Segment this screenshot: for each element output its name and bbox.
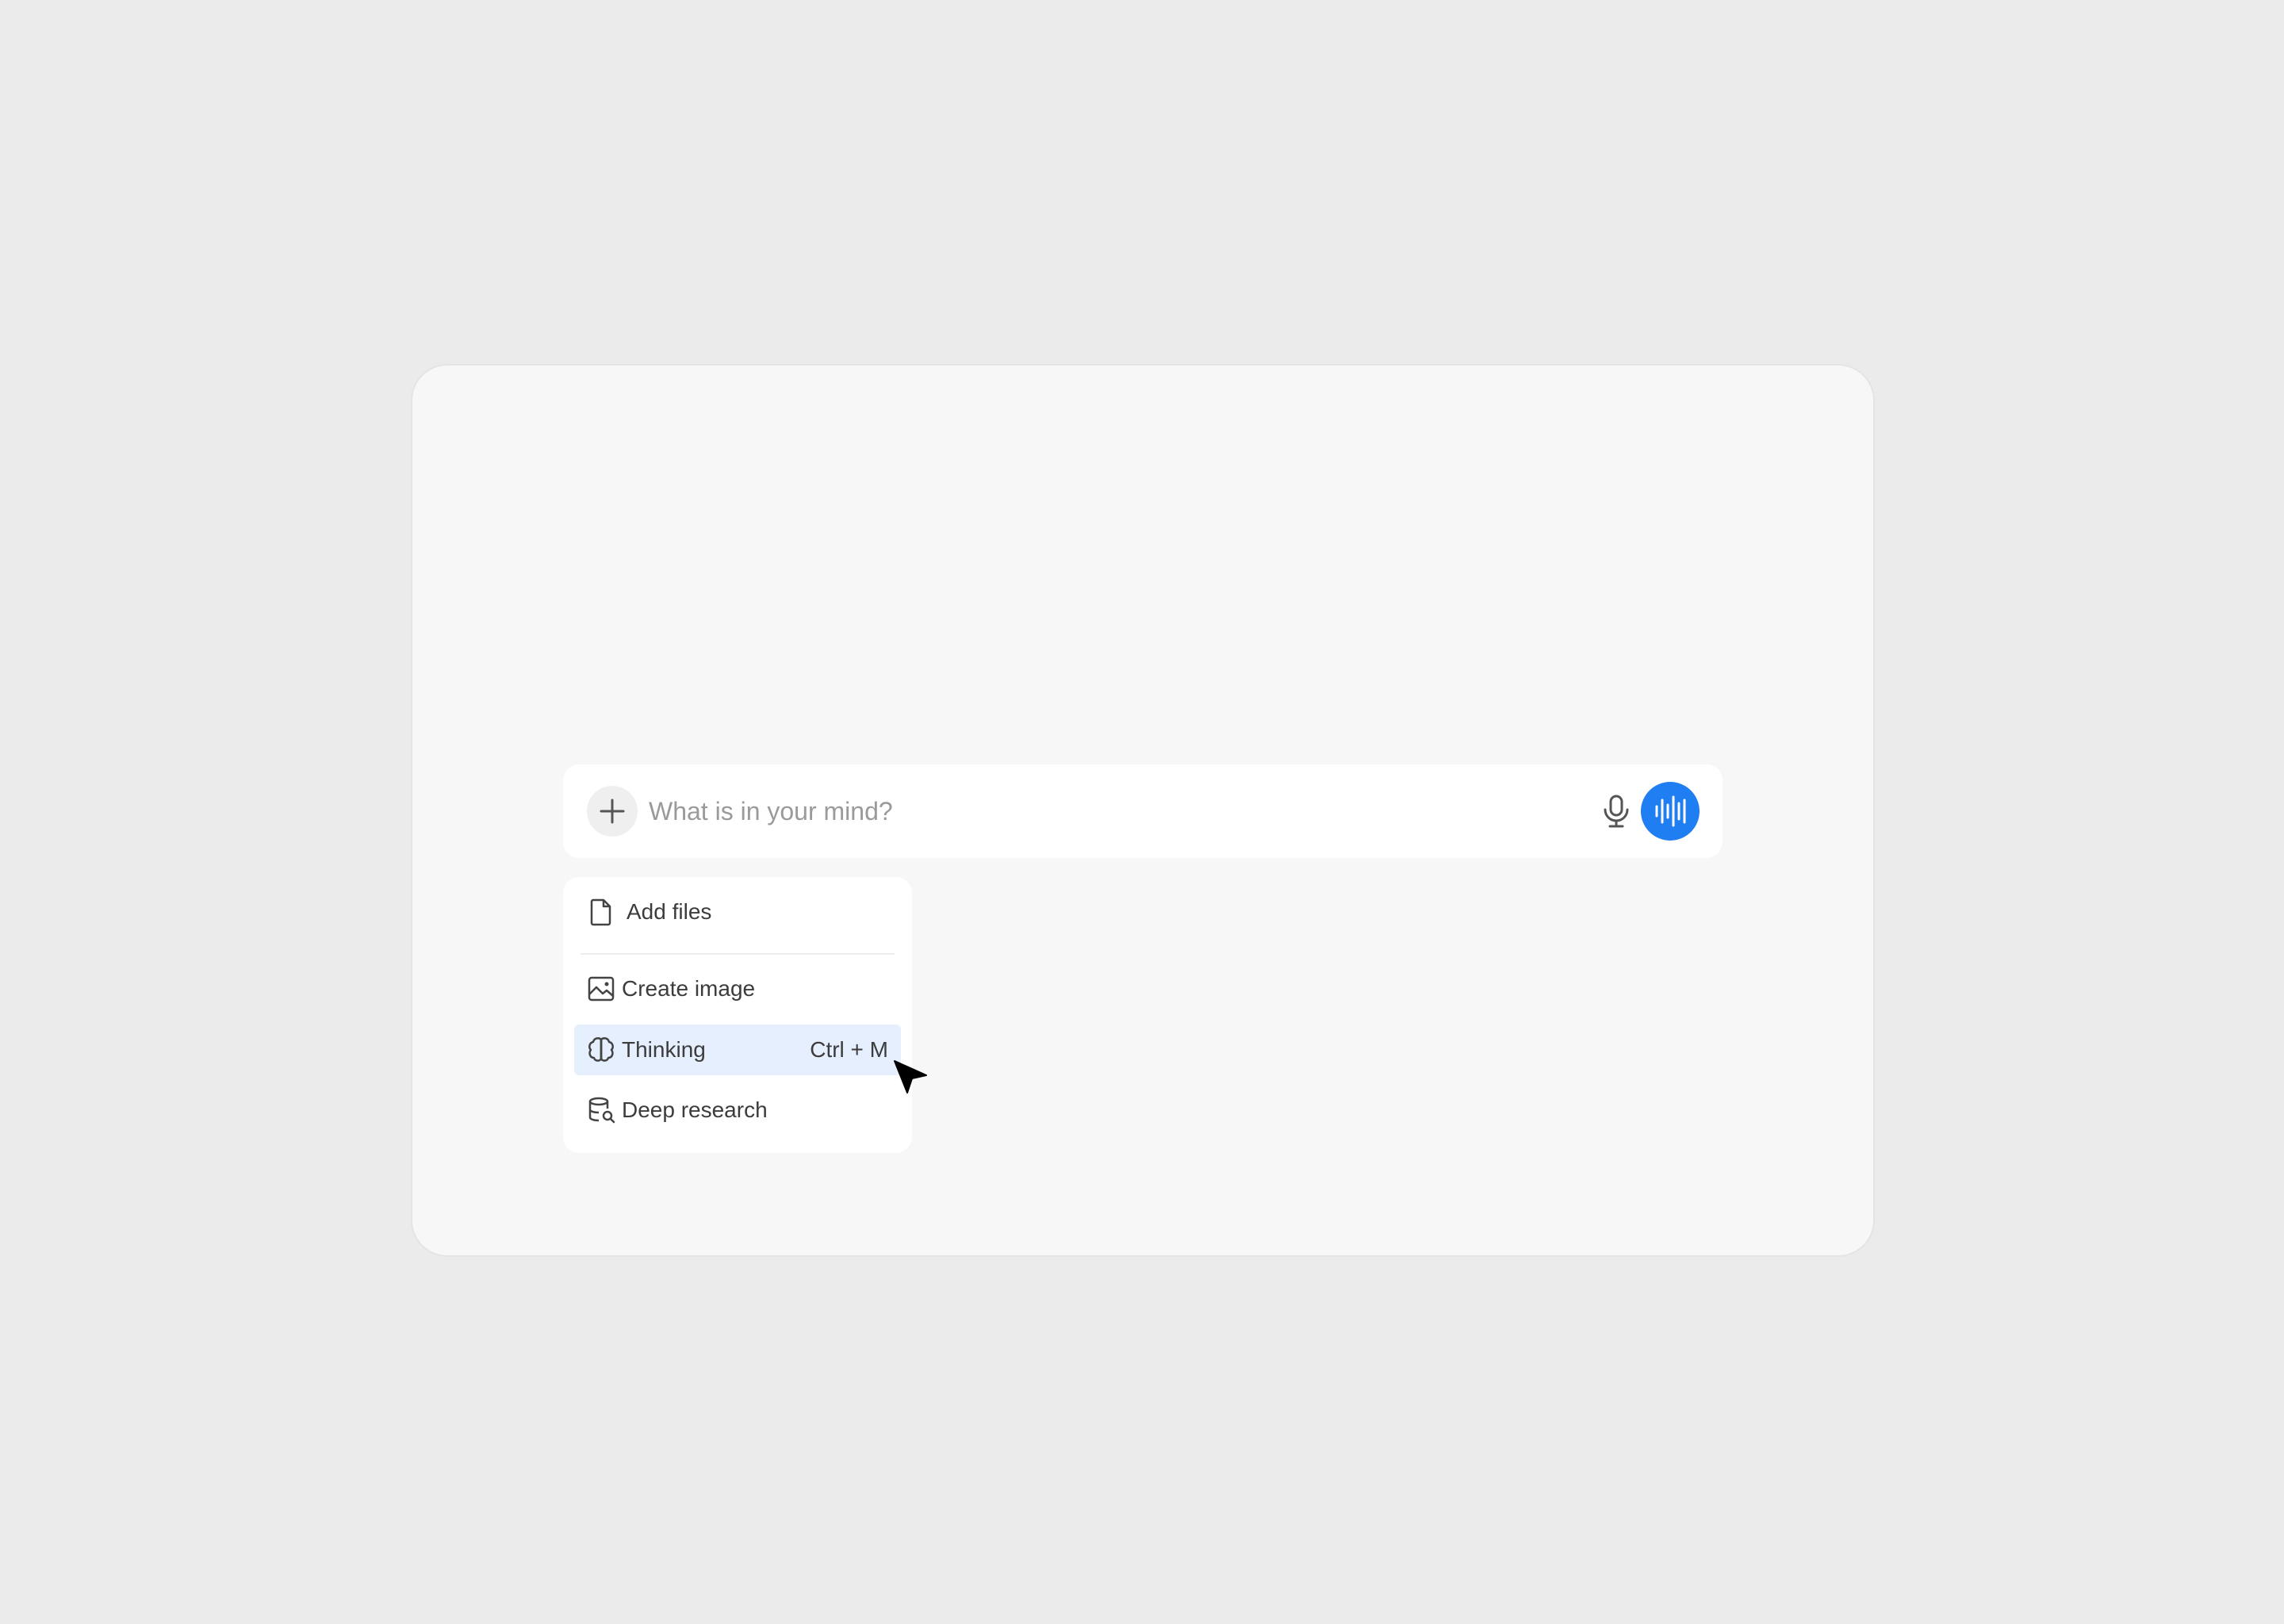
voice-waveform-icon (1655, 795, 1686, 827)
microphone-icon (1604, 795, 1629, 828)
voice-mode-button[interactable] (1641, 782, 1700, 841)
attachment-menu: Add files Create image Thinking Ctrl + M (563, 877, 912, 1153)
menu-item-label: Add files (627, 899, 712, 924)
cursor-icon (894, 1060, 927, 1094)
chat-composer (563, 764, 1723, 858)
image-icon (587, 975, 615, 1003)
brain-icon (587, 1036, 615, 1064)
add-button[interactable] (587, 786, 638, 837)
keyboard-shortcut: Ctrl + M (810, 1037, 888, 1062)
plus-icon (600, 799, 625, 824)
menu-item-add-files[interactable]: Add files (574, 887, 901, 937)
menu-item-label: Thinking (622, 1037, 706, 1062)
file-icon (587, 898, 615, 926)
menu-item-deep-research[interactable]: Deep research (574, 1085, 901, 1136)
microphone-button[interactable] (1594, 789, 1638, 833)
database-search-icon (587, 1096, 615, 1124)
menu-item-label: Deep research (622, 1097, 768, 1122)
menu-item-label: Create image (622, 976, 756, 1001)
menu-item-thinking[interactable]: Thinking Ctrl + M (574, 1025, 901, 1075)
prompt-input[interactable] (649, 783, 1561, 839)
menu-divider (581, 953, 895, 955)
menu-item-create-image[interactable]: Create image (574, 963, 901, 1014)
